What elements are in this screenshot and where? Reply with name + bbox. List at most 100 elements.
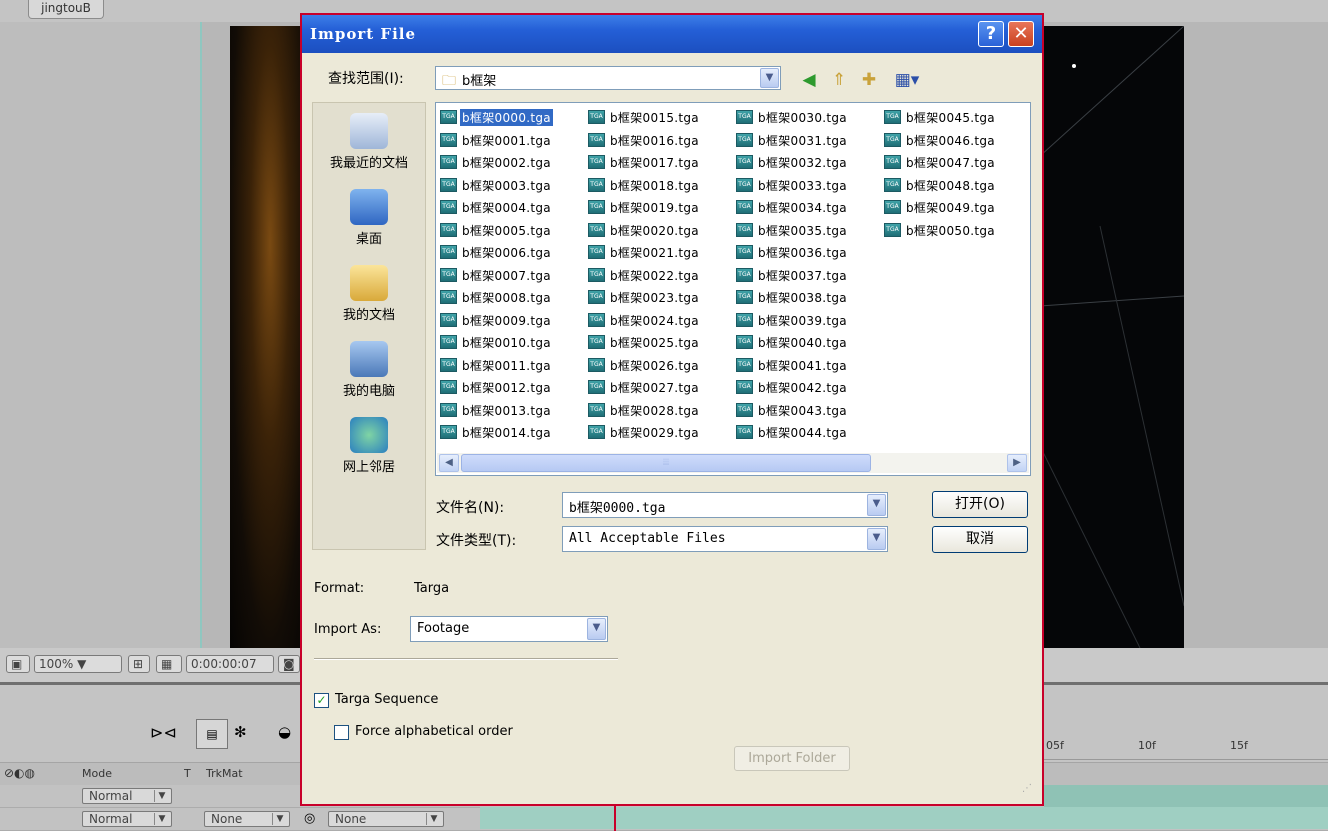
file-item[interactable]: TGA b框架0047.tga	[882, 152, 1027, 175]
file-item[interactable]: TGA b框架0040.tga	[734, 332, 879, 355]
targa-sequence-checkbox[interactable]: ✓	[314, 693, 329, 708]
graph-editor-icon[interactable]: ◒	[278, 723, 291, 741]
force-alphabetical-label[interactable]: Force alphabetical order	[355, 724, 513, 739]
place-recent[interactable]: 我最近的文档	[313, 107, 425, 177]
file-item[interactable]: TGA b框架0014.tga	[438, 422, 583, 445]
file-list[interactable]: TGA b框架0000.tga TGA b框架0001.tga TGA b框架0002.t…	[435, 102, 1031, 476]
file-item[interactable]: TGA b框架0023.tga	[586, 287, 731, 310]
file-item[interactable]: TGA b框架0011.tga	[438, 355, 583, 378]
file-item[interactable]: TGA b框架0043.tga	[734, 400, 879, 423]
file-item[interactable]: TGA b框架0035.tga	[734, 220, 879, 243]
file-item[interactable]: TGA b框架0044.tga	[734, 422, 879, 445]
scrollbar-thumb[interactable]: ⦙⦙⦙	[461, 454, 871, 472]
file-item[interactable]: TGA b框架0050.tga	[882, 220, 1027, 243]
file-item[interactable]: TGA b框架0025.tga	[586, 332, 731, 355]
view-menu-icon[interactable]: ▦▾	[890, 69, 924, 91]
pickwhip-icon[interactable]: ◎	[304, 811, 315, 826]
import-folder-button[interactable]: Import Folder	[734, 746, 850, 771]
filetype-dropdown[interactable]: All Acceptable Files ▼	[562, 526, 888, 552]
file-item[interactable]: TGA b框架0032.tga	[734, 152, 879, 175]
cancel-button[interactable]: 取消	[932, 526, 1028, 553]
force-alphabetical-checkbox[interactable]	[334, 725, 349, 740]
file-item[interactable]: TGA b框架0010.tga	[438, 332, 583, 355]
file-item[interactable]: TGA b框架0028.tga	[586, 400, 731, 423]
mode-select[interactable]: Normal ▼	[82, 811, 172, 827]
shy-layers-icon[interactable]: ⊳⊲	[150, 723, 177, 742]
file-item[interactable]: TGA b框架0013.tga	[438, 400, 583, 423]
file-item[interactable]: TGA b框架0042.tga	[734, 377, 879, 400]
targa-sequence-label[interactable]: Targa Sequence	[335, 692, 438, 707]
look-in-dropdown[interactable]: 🗀 b框架 ▼	[435, 66, 781, 90]
place-my-computer[interactable]: 我的电脑	[313, 335, 425, 405]
file-item[interactable]: TGA b框架0036.tga	[734, 242, 879, 265]
motion-blur-icon[interactable]: ✻	[234, 723, 247, 741]
file-item[interactable]: TGA b框架0005.tga	[438, 220, 583, 243]
help-button[interactable]: ?	[978, 21, 1004, 47]
import-as-dropdown[interactable]: Footage ▼	[410, 616, 608, 642]
file-item[interactable]: TGA b框架0026.tga	[586, 355, 731, 378]
file-item[interactable]: TGA b框架0021.tga	[586, 242, 731, 265]
file-item[interactable]: TGA b框架0038.tga	[734, 287, 879, 310]
layer-duration-bar[interactable]	[1044, 785, 1328, 807]
scroll-left-icon[interactable]: ◀	[439, 454, 459, 472]
file-item[interactable]: TGA b框架0029.tga	[586, 422, 731, 445]
zoom-dropdown[interactable]: 100% ▼	[34, 655, 122, 673]
scroll-right-icon[interactable]: ▶	[1007, 454, 1027, 472]
snapshot-icon[interactable]: ◙	[278, 655, 300, 673]
file-item[interactable]: TGA b框架0048.tga	[882, 175, 1027, 198]
resize-grip-icon[interactable]: ⋰	[1022, 783, 1038, 799]
file-item[interactable]: TGA b框架0030.tga	[734, 107, 879, 130]
new-folder-icon[interactable]: ✚	[858, 69, 880, 91]
file-item[interactable]: TGA b框架0019.tga	[586, 197, 731, 220]
file-item[interactable]: TGA b框架0049.tga	[882, 197, 1027, 220]
filename-input[interactable]: b框架0000.tga ▼	[562, 492, 888, 518]
transparency-grid-icon[interactable]: ▦	[156, 655, 182, 673]
viewer-icon[interactable]: ▣	[6, 655, 30, 673]
file-item[interactable]: TGA b框架0015.tga	[586, 107, 731, 130]
file-item[interactable]: TGA b框架0018.tga	[586, 175, 731, 198]
file-item[interactable]: TGA b框架0002.tga	[438, 152, 583, 175]
file-item[interactable]: TGA b框架0024.tga	[586, 310, 731, 333]
chevron-down-icon[interactable]: ▼	[760, 68, 779, 88]
file-item[interactable]: TGA b框架0012.tga	[438, 377, 583, 400]
mode-select[interactable]: Normal ▼	[82, 788, 172, 804]
file-item[interactable]: TGA b框架0039.tga	[734, 310, 879, 333]
back-icon[interactable]: ◀	[798, 69, 820, 91]
dialog-titlebar[interactable]: Import File ? ✕	[302, 15, 1042, 53]
timecode-display[interactable]: 0:00:00:07	[186, 655, 274, 673]
file-item[interactable]: TGA b框架0016.tga	[586, 130, 731, 153]
file-item[interactable]: TGA b框架0033.tga	[734, 175, 879, 198]
place-my-documents[interactable]: 我的文档	[313, 259, 425, 329]
up-folder-icon[interactable]: ⇑	[828, 69, 850, 91]
file-item[interactable]: TGA b框架0027.tga	[586, 377, 731, 400]
file-item[interactable]: TGA b框架0034.tga	[734, 197, 879, 220]
layer-duration-bar[interactable]	[480, 807, 1328, 829]
file-item[interactable]: TGA b框架0006.tga	[438, 242, 583, 265]
parent-select[interactable]: None ▼	[328, 811, 444, 827]
file-item[interactable]: TGA b框架0007.tga	[438, 265, 583, 288]
file-item[interactable]: TGA b框架0008.tga	[438, 287, 583, 310]
frame-blending-icon[interactable]: ▤	[196, 719, 228, 749]
file-item[interactable]: TGA b框架0001.tga	[438, 130, 583, 153]
file-item[interactable]: TGA b框架0017.tga	[586, 152, 731, 175]
file-item[interactable]: TGA b框架0031.tga	[734, 130, 879, 153]
open-button[interactable]: 打开(O)	[932, 491, 1028, 518]
file-item[interactable]: TGA b框架0003.tga	[438, 175, 583, 198]
file-item[interactable]: TGA b框架0004.tga	[438, 197, 583, 220]
file-item[interactable]: TGA b框架0009.tga	[438, 310, 583, 333]
file-item[interactable]: TGA b框架0022.tga	[586, 265, 731, 288]
chevron-down-icon[interactable]: ▼	[867, 494, 886, 516]
horizontal-scrollbar[interactable]: ◀ ⦙⦙⦙ ▶	[437, 453, 1029, 473]
file-item[interactable]: TGA b框架0046.tga	[882, 130, 1027, 153]
chevron-down-icon[interactable]: ▼	[587, 618, 606, 640]
composition-tab[interactable]: jingtouB	[28, 0, 104, 19]
file-item[interactable]: TGA b框架0041.tga	[734, 355, 879, 378]
chevron-down-icon[interactable]: ▼	[867, 528, 886, 550]
region-icon[interactable]: ⊞	[128, 655, 150, 673]
file-item[interactable]: TGA b框架0020.tga	[586, 220, 731, 243]
place-desktop[interactable]: 桌面	[313, 183, 425, 253]
file-item[interactable]: TGA b框架0000.tga	[438, 107, 583, 130]
place-network[interactable]: 网上邻居	[313, 411, 425, 481]
file-item[interactable]: TGA b框架0045.tga	[882, 107, 1027, 130]
trkmat-select[interactable]: None ▼	[204, 811, 290, 827]
